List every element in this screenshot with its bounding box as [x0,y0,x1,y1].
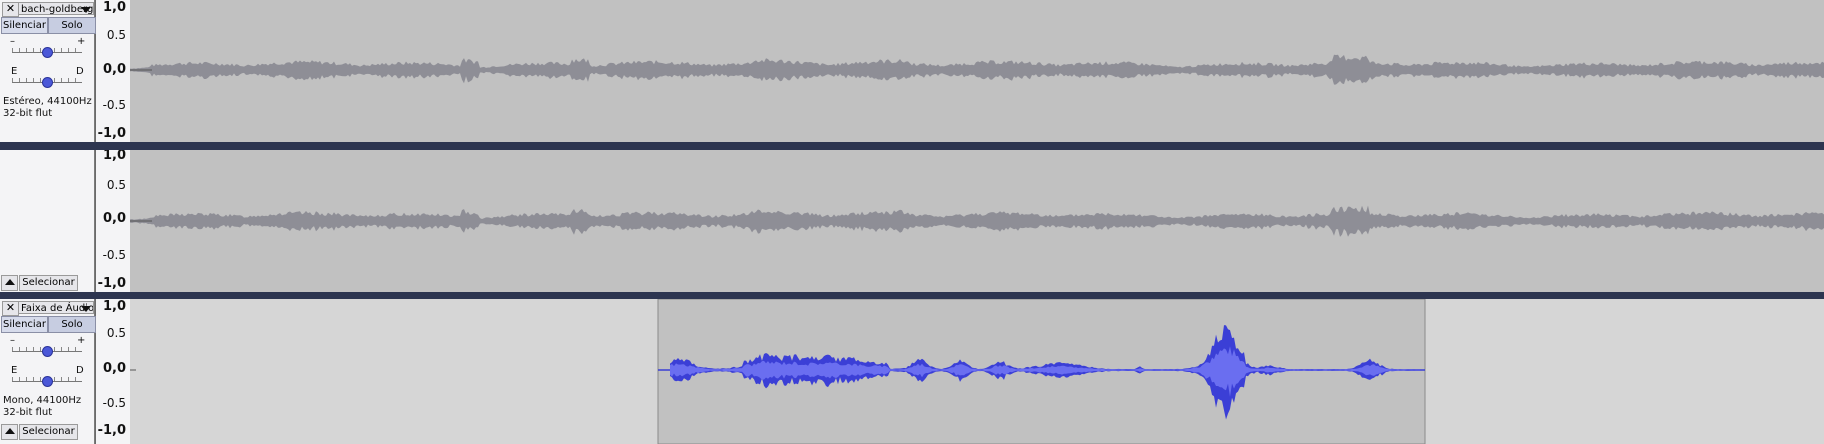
collapse-icon [5,279,15,285]
format-rate: Estéreo, 44100Hz [3,96,92,107]
close-icon: ✕ [5,2,16,15]
ruler-tick: -1,0 [97,423,126,438]
track-divider [0,292,1824,299]
ruler-tick: 1,0 [102,0,126,15]
ruler-tick: -1,0 [97,276,126,291]
mute-button[interactable]: Silenciar [1,316,48,333]
gain-plus-label: + [77,335,86,346]
gain-minus-label: – [10,335,15,346]
ruler-tick: 0,0 [102,361,126,376]
pan-slider-thumb[interactable] [42,77,53,88]
ruler-tick: -0.5 [102,98,126,112]
channel-divider [0,142,1824,150]
collapse-track-button[interactable] [1,275,18,291]
pan-left-label: E [11,365,18,376]
track-format-info: Mono, 44100Hz 32-bit flut [3,395,81,419]
track-format-info: Estéreo, 44100Hz 32-bit flut [3,96,92,120]
pan-slider-thumb[interactable] [42,376,53,387]
ruler-tick: 0,0 [102,211,126,226]
format-rate: Mono, 44100Hz [3,395,82,406]
waveform-area[interactable] [130,299,1824,444]
pan-right-label: D [76,66,84,77]
select-track-button[interactable]: Selecionar [19,424,78,440]
track-name-menu[interactable]: Faixa de Áudio [18,301,94,314]
vertical-ruler: 1,0 0.5 0,0 -0.5 -1,0 [96,299,130,444]
solo-button[interactable]: Solo [48,316,96,333]
chevron-down-icon [81,7,91,13]
close-track-button[interactable]: ✕ [2,301,19,316]
collapse-track-button[interactable] [1,424,18,440]
gain-slider-thumb[interactable] [42,47,53,58]
ruler-tick: -0.5 [102,248,126,262]
select-track-button[interactable]: Selecionar [19,275,78,291]
close-track-button[interactable]: ✕ [2,2,19,17]
ruler-tick: 0.5 [106,326,126,340]
ruler-tick: -0.5 [102,396,126,410]
ruler-tick: 1,0 [102,148,126,163]
gain-plus-label: + [77,36,86,47]
ruler-tick: 0,0 [102,62,126,77]
format-bits: 32-bit flut [3,407,53,418]
ruler-tick: 0.5 [106,28,126,42]
track-mono: ✕ Faixa de Áudio Silenciar Solo – + E D … [0,299,1824,444]
ruler-tick: -1,0 [97,126,126,141]
solo-button[interactable]: Solo [48,17,96,34]
mute-button[interactable]: Silenciar [1,17,48,34]
project-window: ✕ bach-goldberg Silenciar Solo – + E D E… [0,0,1824,444]
close-icon: ✕ [5,301,16,314]
ruler-tick: 1,0 [102,299,126,314]
format-bits: 32-bit flut [3,108,53,119]
ruler-tick: 0.5 [106,178,126,192]
pan-right-label: D [76,365,84,376]
pan-left-label: E [11,66,18,77]
track-name-menu[interactable]: bach-goldberg [18,2,94,15]
chevron-down-icon [81,306,91,312]
mono-waveform[interactable] [130,299,1824,444]
gain-minus-label: – [10,36,15,47]
collapse-icon [5,428,15,434]
gain-slider-thumb[interactable] [42,346,53,357]
track-control-panel: ✕ Faixa de Áudio Silenciar Solo – + E D … [0,299,96,444]
